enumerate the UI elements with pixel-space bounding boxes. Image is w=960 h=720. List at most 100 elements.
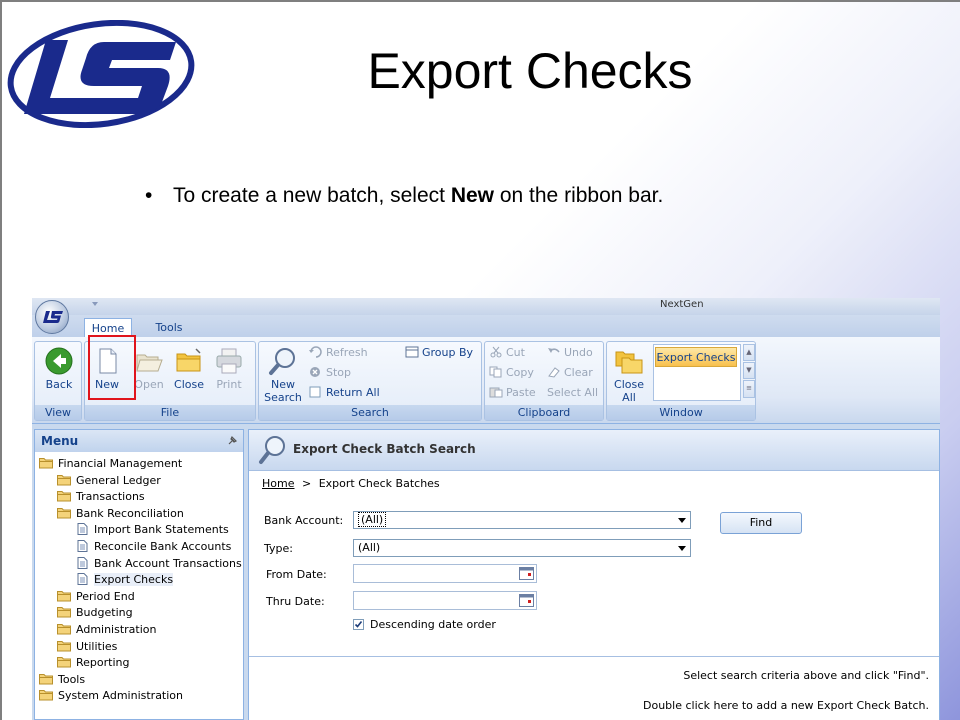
refresh-label: Refresh: [326, 346, 368, 359]
new-search-button[interactable]: New Search: [263, 346, 303, 404]
new-search-label-2: Search: [264, 391, 302, 404]
menu-item-label: Bank Reconciliation: [76, 507, 184, 520]
ribbon-group-view: Back View: [34, 341, 82, 421]
menu-panel: Menu Financial Management General Ledger T…: [34, 429, 244, 720]
scissors-icon: [490, 346, 502, 358]
new-search-label-1: New: [271, 378, 295, 391]
tab-tools[interactable]: Tools: [148, 318, 190, 337]
page-icon: [77, 523, 88, 535]
window-title: NextGen: [660, 299, 704, 310]
bank-account-select[interactable]: (All): [353, 511, 691, 529]
new-button-highlight: [88, 335, 136, 400]
cut-label: Cut: [506, 346, 525, 359]
group-by-label: Group By: [422, 346, 474, 359]
folder-icon: [57, 475, 71, 486]
folder-icon: [57, 624, 71, 635]
menu-item-import-bank-statements[interactable]: Import Bank Statements: [75, 522, 229, 538]
menu-item-bank-reconciliation[interactable]: Bank Reconciliation: [57, 506, 184, 522]
app-menu-button[interactable]: [35, 300, 69, 334]
menu-item-period-end[interactable]: Period End: [57, 589, 135, 605]
type-select[interactable]: (All): [353, 539, 691, 557]
group-by-button[interactable]: Group By: [405, 345, 473, 361]
undo-button[interactable]: Undo: [547, 345, 593, 361]
clear-label: Clear: [564, 366, 593, 379]
menu-item-label: Financial Management: [58, 457, 183, 470]
instruction-bullet: • To create a new batch, select New on th…: [145, 184, 663, 208]
menu-item-bank-account-transactions[interactable]: Bank Account Transactions: [75, 556, 242, 572]
paste-button[interactable]: Paste: [489, 385, 536, 401]
window-list-scroll-down-icon[interactable]: ▼: [743, 362, 755, 379]
menu-item-financial-management[interactable]: Financial Management: [39, 456, 182, 472]
copy-button[interactable]: Copy: [489, 365, 534, 381]
content-title: Export Check Batch Search: [293, 442, 476, 456]
breadcrumb-home-link[interactable]: Home: [262, 477, 294, 490]
menu-item-label: Utilities: [76, 640, 118, 653]
group-label-window: Window: [607, 405, 755, 420]
menu-item-label: System Administration: [58, 689, 184, 702]
company-logo-icon: [7, 20, 195, 128]
page-icon: [77, 557, 88, 569]
thru-date-input[interactable]: [353, 591, 537, 610]
add-batch-hint[interactable]: Double click here to add a new Export Ch…: [643, 699, 929, 712]
menu-item-utilities[interactable]: Utilities: [57, 639, 117, 655]
undo-label: Undo: [564, 346, 593, 359]
refresh-button[interactable]: Refresh: [309, 345, 368, 361]
cut-button[interactable]: Cut: [489, 345, 525, 361]
window-list-scroll-up-icon[interactable]: ▲: [743, 344, 755, 361]
paste-label: Paste: [506, 386, 536, 399]
breadcrumb-current: Export Check Batches: [318, 477, 440, 490]
stop-button[interactable]: Stop: [309, 365, 351, 381]
group-label-view: View: [35, 405, 81, 420]
bullet-glyph: •: [145, 184, 153, 207]
ribbon-group-clipboard: Cut Copy Paste Undo Clear Select All Cli…: [484, 341, 604, 421]
menu-item-export-checks[interactable]: Export Checks: [75, 572, 174, 588]
ribbon-bar: Back View New Open Close Print File New …: [32, 337, 940, 424]
clear-button[interactable]: Clear: [547, 365, 593, 381]
close-label: Close: [174, 378, 204, 391]
menu-item-transactions[interactable]: Transactions: [57, 489, 145, 505]
find-button[interactable]: Find: [720, 512, 802, 534]
stop-label: Stop: [326, 366, 352, 379]
close-all-label-2: All: [622, 391, 636, 404]
return-all-checkbox[interactable]: Return All: [309, 385, 380, 401]
pin-icon[interactable]: [226, 435, 238, 447]
eraser-icon: [548, 367, 560, 378]
slide-border-left: [0, 0, 2, 720]
window-item-export-checks[interactable]: Export Checks: [655, 347, 737, 367]
from-date-calendar-icon[interactable]: [519, 567, 534, 580]
bank-account-value: (All): [358, 512, 387, 527]
bullet-text-bold: New: [450, 184, 495, 207]
menu-item-label: Period End: [76, 590, 135, 603]
menu-item-label: Administration: [76, 623, 157, 636]
back-label: Back: [45, 378, 73, 391]
select-all-button[interactable]: Select All: [547, 385, 598, 401]
thru-date-calendar-icon[interactable]: [519, 594, 534, 607]
type-dropdown-icon: [678, 546, 686, 551]
menu-item-label: Budgeting: [76, 606, 133, 619]
menu-item-reconcile-bank-accounts[interactable]: Reconcile Bank Accounts: [75, 539, 231, 555]
from-date-input[interactable]: [353, 564, 537, 583]
magnifier-icon: [269, 348, 295, 375]
open-windows-list: Export Checks: [653, 344, 741, 401]
descending-order-checkbox[interactable]: [353, 619, 364, 630]
results-area[interactable]: Select search criteria above and click "…: [249, 656, 939, 720]
menu-item-administration[interactable]: Administration: [57, 622, 157, 638]
print-button[interactable]: Print: [209, 346, 249, 391]
window-list-expand-icon[interactable]: ≡: [743, 380, 755, 398]
descending-order-row[interactable]: Descending date order: [353, 618, 496, 631]
back-button[interactable]: Back: [39, 346, 79, 391]
menu-item-budgeting[interactable]: Budgeting: [57, 605, 133, 621]
menu-item-general-ledger[interactable]: General Ledger: [57, 473, 161, 489]
back-arrow-icon: [45, 347, 73, 375]
close-button[interactable]: Close: [169, 346, 209, 391]
folder-icon: [57, 657, 71, 668]
menu-item-reporting[interactable]: Reporting: [57, 655, 129, 671]
quick-access-arrow-icon[interactable]: [92, 302, 98, 306]
bank-account-label: Bank Account:: [264, 514, 344, 527]
breadcrumb-separator: >: [301, 477, 312, 490]
close-all-button[interactable]: Close All: [609, 346, 649, 404]
close-folder-icon: [176, 348, 201, 372]
menu-item-tools[interactable]: Tools: [39, 672, 85, 688]
menu-item-system-administration[interactable]: System Administration: [39, 688, 183, 704]
menu-item-label: Reporting: [76, 656, 130, 669]
